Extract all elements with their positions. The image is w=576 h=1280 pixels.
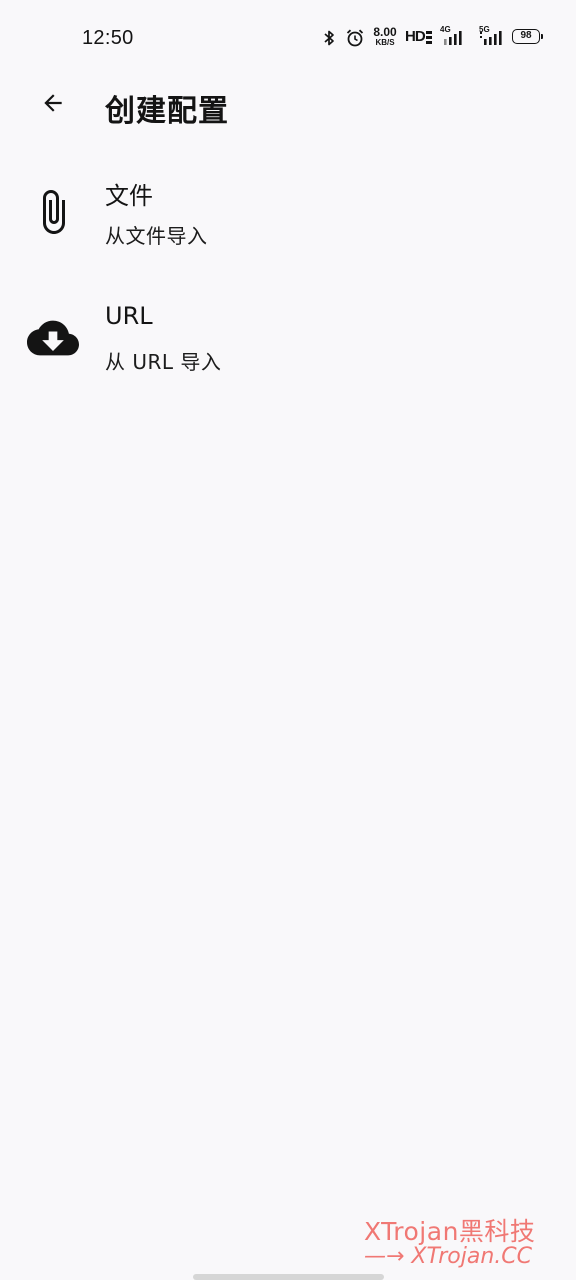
item-icon [24, 188, 82, 236]
item-title: URL [105, 302, 153, 330]
import-from-file-item[interactable]: 文件 从文件导入 [0, 158, 576, 268]
status-time: 12:50 [82, 27, 134, 49]
alarm-icon [346, 29, 364, 47]
network-speed-value: 8.00 [373, 25, 397, 39]
network-speed-unit: KB/S [375, 38, 395, 47]
cloud-download-icon [27, 320, 79, 356]
item-title: 文件 [105, 182, 153, 210]
arrow-left-icon [44, 94, 62, 112]
watermark-url: —→ XTrojan.CC [364, 1244, 532, 1269]
battery-indicator: 98 [512, 29, 543, 44]
hd-badge: HD [405, 28, 426, 45]
network-speed: 8.00 KB/S [370, 26, 400, 47]
hd-bars-icon [426, 31, 432, 44]
bluetooth-icon [324, 30, 334, 46]
screen: 12:50 8.00 KB/S HD 4G 5G 98 创建配置 文件 从文件导… [0, 0, 576, 1280]
status-bar: 12:50 8.00 KB/S HD 4G 5G 98 [0, 0, 576, 76]
page-title: 创建配置 [105, 94, 229, 129]
item-icon [24, 314, 82, 362]
watermark-text: XTrojan黑科技 [364, 1217, 536, 1246]
paperclip-icon [43, 190, 65, 234]
import-from-url-item[interactable]: URL 从 URL 导入 [0, 284, 576, 394]
item-subtitle: 从文件导入 [105, 224, 208, 248]
home-indicator[interactable] [193, 1274, 384, 1280]
item-subtitle: 从 URL 导入 [105, 350, 222, 374]
back-button[interactable] [32, 82, 74, 124]
signal-icon [480, 31, 502, 45]
signal-icon [444, 31, 462, 45]
